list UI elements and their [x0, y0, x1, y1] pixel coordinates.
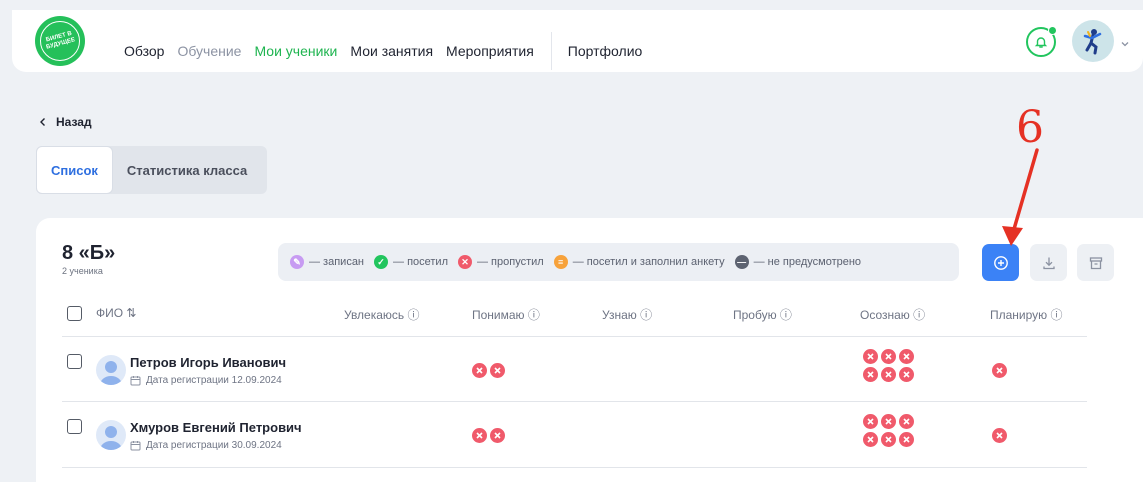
missed-icon: [490, 363, 505, 378]
column-header-name[interactable]: ФИО ⇅: [96, 306, 136, 320]
missed-icon: [863, 432, 878, 447]
archive-icon: [1089, 256, 1102, 269]
column-header-understand: Понимаю ⓘ: [472, 308, 540, 322]
annotation-arrow-icon: [1002, 148, 1039, 246]
divider: [62, 467, 1087, 468]
chevron-left-icon: [40, 118, 45, 126]
row-checkbox[interactable]: [67, 419, 82, 434]
nav-item-my-classes[interactable]: Мои занятия: [350, 43, 433, 59]
class-title: 8 «Б»: [62, 242, 116, 264]
registration-date: Дата регистрации 30.09.2024: [130, 440, 282, 451]
legend-label: — записан: [309, 256, 365, 268]
legend-item-attended: ✓ — посетил: [374, 255, 448, 269]
student-name[interactable]: Хмуров Евгений Петрович: [130, 420, 302, 435]
row-checkbox[interactable]: [67, 354, 82, 369]
nav-item-portfolio[interactable]: Портфолио: [568, 43, 643, 59]
table-header: ФИО ⇅ Увлекаюсь ⓘ Понимаю ⓘ Узнаю ⓘ Проб…: [62, 303, 1087, 325]
missed-icon: [881, 432, 896, 447]
check-icon: ✓: [374, 255, 389, 269]
missed-icon: [863, 414, 878, 429]
tab-class-stats[interactable]: Статистика класса: [113, 146, 261, 194]
legend-label: — не предусмотрено: [753, 256, 862, 268]
pencil-icon: ✎: [290, 255, 304, 269]
tab-list[interactable]: Список: [36, 146, 113, 194]
nav-divider: [550, 32, 552, 70]
archive-button[interactable]: [1077, 244, 1114, 281]
missed-icon: [863, 349, 878, 364]
main-nav: Обзор Обучение Мои ученики Мои занятия М…: [124, 32, 655, 70]
avatar: [96, 420, 126, 450]
legend-item-enrolled: ✎ — записан: [290, 255, 364, 269]
registration-date-text: Дата регистрации 12.09.2024: [146, 375, 282, 386]
user-avatar[interactable]: [1072, 20, 1114, 62]
nav-item-overview[interactable]: Обзор: [124, 43, 164, 59]
missed-icon: [472, 428, 487, 443]
missed-icon: [863, 367, 878, 382]
missed-icon: [899, 349, 914, 364]
missed-icon: [992, 363, 1007, 378]
download-icon: [1042, 257, 1055, 269]
missed-icon: [472, 363, 487, 378]
nav-item-my-students[interactable]: Мои ученики: [254, 43, 337, 59]
avatar: [96, 355, 126, 385]
missed-icon: [881, 349, 896, 364]
nav-item-events[interactable]: Мероприятия: [446, 43, 534, 59]
student-name[interactable]: Петров Игорь Иванович: [130, 355, 286, 370]
registration-date: Дата регистрации 12.09.2024: [130, 375, 282, 386]
table-row: Петров Игорь Иванович Дата регистрации 1…: [62, 339, 1087, 403]
logo[interactable]: БИЛЕТ В БУДУЩЕЕ: [35, 16, 85, 66]
view-tabs: Список Статистика класса: [36, 146, 267, 194]
notification-dot: [1048, 26, 1057, 35]
marks-realize: [863, 414, 923, 447]
column-header-plan: Планирую ⓘ: [990, 308, 1063, 322]
marks-realize: [863, 349, 923, 382]
minus-icon: —: [734, 255, 749, 269]
class-student-count: 2 ученика: [62, 266, 103, 276]
legend-label: — посетил и заполнил анкету: [572, 256, 725, 268]
missed-icon: [899, 367, 914, 382]
legend-label: — пропустил: [477, 256, 544, 268]
survey-icon: ≡: [553, 255, 568, 269]
missed-icon: [899, 432, 914, 447]
calendar-icon: [130, 441, 141, 451]
legend-item-attended-survey: ≡ — посетил и заполнил анкету: [553, 255, 725, 269]
missed-icon: [992, 428, 1007, 443]
status-legend: ✎ — записан ✓ — посетил ✕ — пропустил ≡ …: [278, 243, 959, 281]
legend-label: — посетил: [393, 256, 448, 268]
bell-icon[interactable]: [1026, 26, 1057, 57]
select-all-checkbox[interactable]: [67, 306, 82, 321]
registration-date-text: Дата регистрации 30.09.2024: [146, 440, 282, 451]
add-circle-icon: [993, 255, 1008, 270]
missed-icon: [490, 428, 505, 443]
missed-icon: [881, 414, 896, 429]
back-label: Назад: [56, 115, 92, 129]
table-row: Хмуров Евгений Петрович Дата регистрации…: [62, 404, 1087, 468]
nav-item-learning[interactable]: Обучение: [177, 43, 241, 59]
marks-understand: [472, 428, 512, 443]
missed-icon: [881, 367, 896, 382]
legend-item-not-provided: — — не предусмотрено: [734, 255, 862, 269]
missed-icon: [899, 414, 914, 429]
column-header-try: Пробую ⓘ: [733, 308, 792, 322]
calendar-icon: [130, 376, 141, 386]
column-header-realize: Осознаю ⓘ: [860, 308, 926, 322]
column-header-learn: Узнаю ⓘ: [602, 308, 653, 322]
divider: [62, 336, 1087, 337]
marks-understand: [472, 363, 512, 378]
back-link[interactable]: Назад: [38, 115, 92, 129]
top-navbar: БИЛЕТ В БУДУЩЕЕ Обзор Обучение Мои учени…: [12, 10, 1143, 72]
marks-plan: [992, 363, 1012, 378]
marks-plan: [992, 428, 1012, 443]
column-header-passion: Увлекаюсь ⓘ: [344, 308, 420, 322]
chevron-down-icon[interactable]: [1120, 36, 1130, 54]
cross-icon: ✕: [458, 255, 472, 269]
divider: [62, 401, 1087, 402]
legend-item-missed: ✕ — пропустил: [458, 255, 544, 269]
